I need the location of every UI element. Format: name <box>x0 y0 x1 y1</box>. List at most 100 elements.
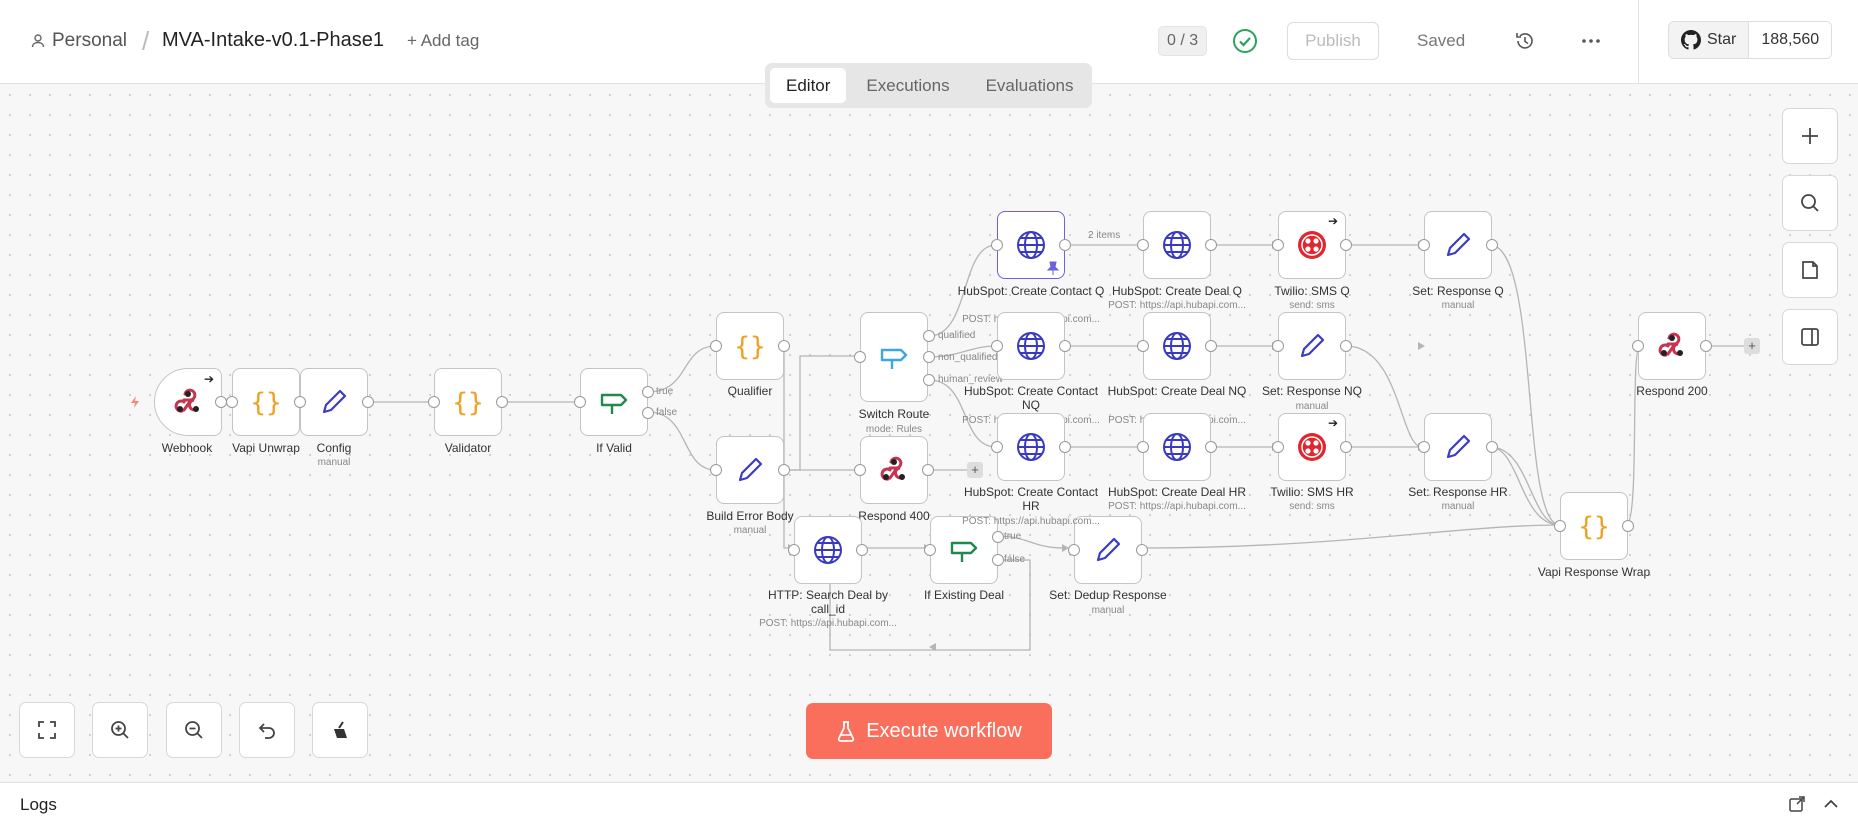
add-node-button[interactable]: + <box>1744 338 1760 354</box>
port-in[interactable] <box>428 396 440 408</box>
port-in[interactable] <box>1554 520 1566 532</box>
port-out[interactable] <box>778 464 790 476</box>
zoom-out-button[interactable] <box>166 702 222 758</box>
port-out[interactable] <box>1700 340 1712 352</box>
node-hubspot-create-contact-hr[interactable] <box>997 413 1065 481</box>
node-vapi-response-wrap[interactable]: {} <box>1560 492 1628 560</box>
chevron-up-icon[interactable] <box>1822 795 1840 813</box>
add-tag-button[interactable]: + Add tag <box>407 31 479 51</box>
node-switch-route[interactable] <box>860 312 928 402</box>
port-in[interactable] <box>1137 340 1149 352</box>
node-set-response-q[interactable] <box>1424 211 1492 279</box>
port-in[interactable] <box>1272 239 1284 251</box>
port-out[interactable] <box>1059 441 1071 453</box>
port-out[interactable] <box>1340 441 1352 453</box>
workflow-name[interactable]: MVA-Intake-v0.1-Phase1 <box>162 29 384 52</box>
port-out[interactable] <box>856 544 868 556</box>
execute-workflow-button[interactable]: Execute workflow <box>806 703 1052 759</box>
node-respond-200[interactable] <box>1638 312 1706 380</box>
port-out-qualified[interactable] <box>923 330 935 342</box>
node-hubspot-create-deal-hr[interactable] <box>1143 413 1211 481</box>
node-set-response-nq[interactable] <box>1278 312 1346 380</box>
publish-button[interactable]: Publish <box>1287 22 1379 60</box>
port-in[interactable] <box>710 464 722 476</box>
port-out[interactable] <box>1059 340 1071 352</box>
port-out-non-qualified[interactable] <box>923 351 935 363</box>
port-in[interactable] <box>1068 544 1080 556</box>
add-sticky-note-button[interactable] <box>1782 242 1838 298</box>
port-in[interactable] <box>226 396 238 408</box>
port-out[interactable] <box>922 464 934 476</box>
twilio-icon <box>1298 231 1326 259</box>
port-out[interactable] <box>1340 340 1352 352</box>
port-in[interactable] <box>294 396 306 408</box>
logs-panel[interactable]: Logs <box>0 782 1858 823</box>
github-star-button[interactable]: Star 188,560 <box>1668 21 1833 59</box>
port-in[interactable] <box>788 544 800 556</box>
port-in[interactable] <box>710 340 722 352</box>
port-out[interactable] <box>1059 239 1071 251</box>
breadcrumb-project[interactable]: Personal <box>30 30 127 52</box>
port-out[interactable] <box>1622 520 1634 532</box>
port-out[interactable] <box>1486 441 1498 453</box>
port-out-true[interactable] <box>992 531 1004 543</box>
node-hubspot-create-contact-nq[interactable] <box>997 312 1065 380</box>
port-in[interactable] <box>991 239 1003 251</box>
tab-editor[interactable]: Editor <box>770 68 847 103</box>
node-validator[interactable]: {} <box>434 368 502 436</box>
port-out[interactable] <box>1340 239 1352 251</box>
tab-evaluations[interactable]: Evaluations <box>970 68 1090 103</box>
node-vapi-unwrap[interactable]: {} <box>232 368 300 436</box>
view-tabs: Editor Executions Evaluations <box>765 63 1092 108</box>
node-build-error-body[interactable] <box>716 436 784 504</box>
port-out[interactable] <box>496 396 508 408</box>
fit-view-button[interactable] <box>19 702 75 758</box>
history-icon[interactable] <box>1514 30 1536 52</box>
node-hubspot-create-deal-nq[interactable] <box>1143 312 1211 380</box>
port-out-true[interactable] <box>642 386 654 398</box>
toggle-sidebar-button[interactable] <box>1782 309 1838 365</box>
port-out[interactable] <box>1205 441 1217 453</box>
port-out-false[interactable] <box>992 554 1004 566</box>
port-out[interactable] <box>1486 239 1498 251</box>
add-node-panel-button[interactable] <box>1782 108 1838 164</box>
port-in[interactable] <box>1418 441 1430 453</box>
popout-icon[interactable] <box>1788 795 1806 813</box>
node-hubspot-create-deal-q[interactable] <box>1143 211 1211 279</box>
port-in[interactable] <box>1418 239 1430 251</box>
tab-executions[interactable]: Executions <box>850 68 965 103</box>
port-out[interactable] <box>1205 340 1217 352</box>
port-in[interactable] <box>991 441 1003 453</box>
port-out[interactable] <box>1205 239 1217 251</box>
node-qualifier[interactable]: {} <box>716 312 784 380</box>
node-respond-400[interactable] <box>860 436 928 504</box>
port-in[interactable] <box>1137 441 1149 453</box>
port-in[interactable] <box>574 396 586 408</box>
header-divider <box>1638 0 1639 84</box>
node-config[interactable] <box>300 368 368 436</box>
port-out[interactable] <box>362 396 374 408</box>
port-in[interactable] <box>991 340 1003 352</box>
add-node-button[interactable]: + <box>967 462 983 478</box>
port-in[interactable] <box>854 351 866 363</box>
port-out-false[interactable] <box>642 407 654 419</box>
globe-icon <box>1163 332 1191 360</box>
port-out[interactable] <box>778 340 790 352</box>
port-in[interactable] <box>854 464 866 476</box>
port-in[interactable] <box>1137 239 1149 251</box>
port-in[interactable] <box>1272 340 1284 352</box>
tidy-up-button[interactable] <box>312 702 368 758</box>
search-nodes-button[interactable] <box>1782 175 1838 231</box>
reset-zoom-button[interactable] <box>239 702 295 758</box>
more-options-icon[interactable] <box>1580 30 1602 52</box>
port-out[interactable] <box>1136 544 1148 556</box>
node-set-response-hr[interactable] <box>1424 413 1492 481</box>
port-out-human-review[interactable] <box>923 374 935 386</box>
port-in[interactable] <box>1632 340 1644 352</box>
port-in[interactable] <box>924 544 936 556</box>
port-in[interactable] <box>1272 441 1284 453</box>
zoom-in-button[interactable] <box>92 702 148 758</box>
signpost-icon <box>950 541 978 562</box>
node-if-valid[interactable] <box>580 368 648 436</box>
node-http-search-deal[interactable] <box>794 516 862 584</box>
